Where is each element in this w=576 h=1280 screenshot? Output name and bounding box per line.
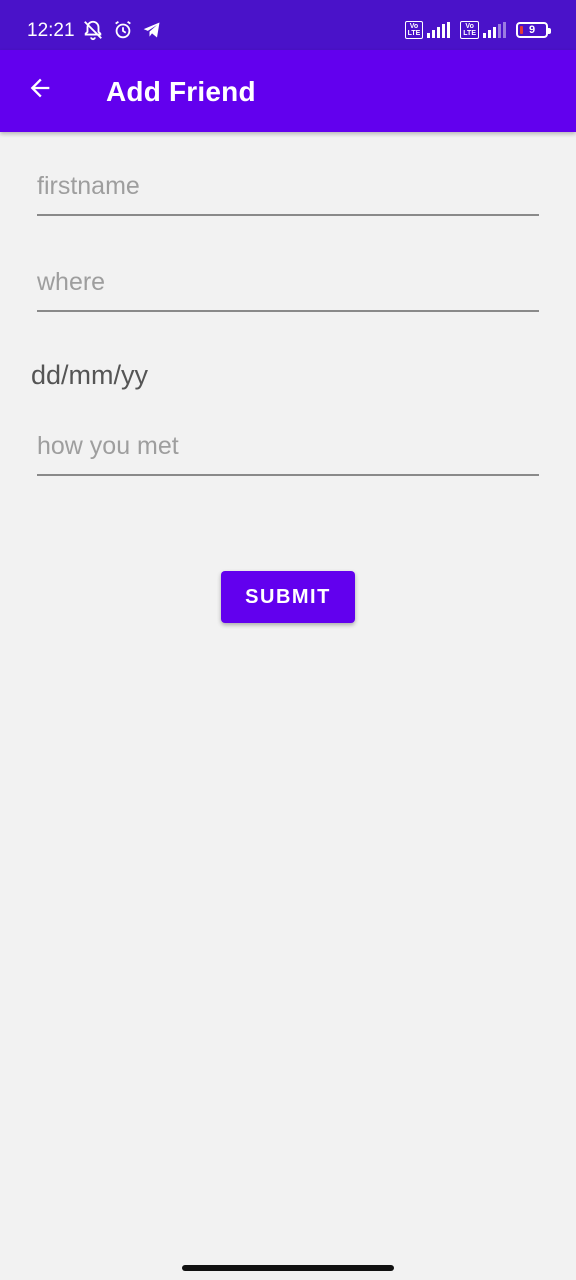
telegram-icon <box>142 20 162 45</box>
alarm-icon <box>112 19 134 46</box>
battery-level: 9 <box>528 24 536 36</box>
how-you-met-input[interactable] <box>37 426 539 476</box>
volte-icon: Vo LTE <box>404 21 424 39</box>
navigation-handle[interactable] <box>182 1265 394 1271</box>
signal-icon <box>427 22 451 38</box>
status-left-icons <box>82 19 162 46</box>
mute-notifications-icon <box>82 19 104 46</box>
where-input[interactable] <box>37 262 539 312</box>
app-bar: Add Friend <box>0 50 576 132</box>
status-right-icons: Vo LTE Vo LTE 9 <box>404 21 551 39</box>
date-field[interactable]: dd/mm/yy <box>31 360 148 391</box>
status-time: 12:21 <box>27 20 75 41</box>
back-button[interactable] <box>22 72 58 108</box>
signal-icon <box>483 22 506 38</box>
firstname-input[interactable] <box>37 166 539 216</box>
status-bar: 12:21 Vo LTE Vo LTE 9 <box>0 0 576 50</box>
page-title: Add Friend <box>106 76 256 107</box>
submit-button[interactable]: SUBMIT <box>221 571 355 623</box>
battery-icon: 9 <box>516 22 551 38</box>
arrow-back-icon <box>26 74 54 107</box>
volte-icon: Vo LTE <box>460 21 479 39</box>
